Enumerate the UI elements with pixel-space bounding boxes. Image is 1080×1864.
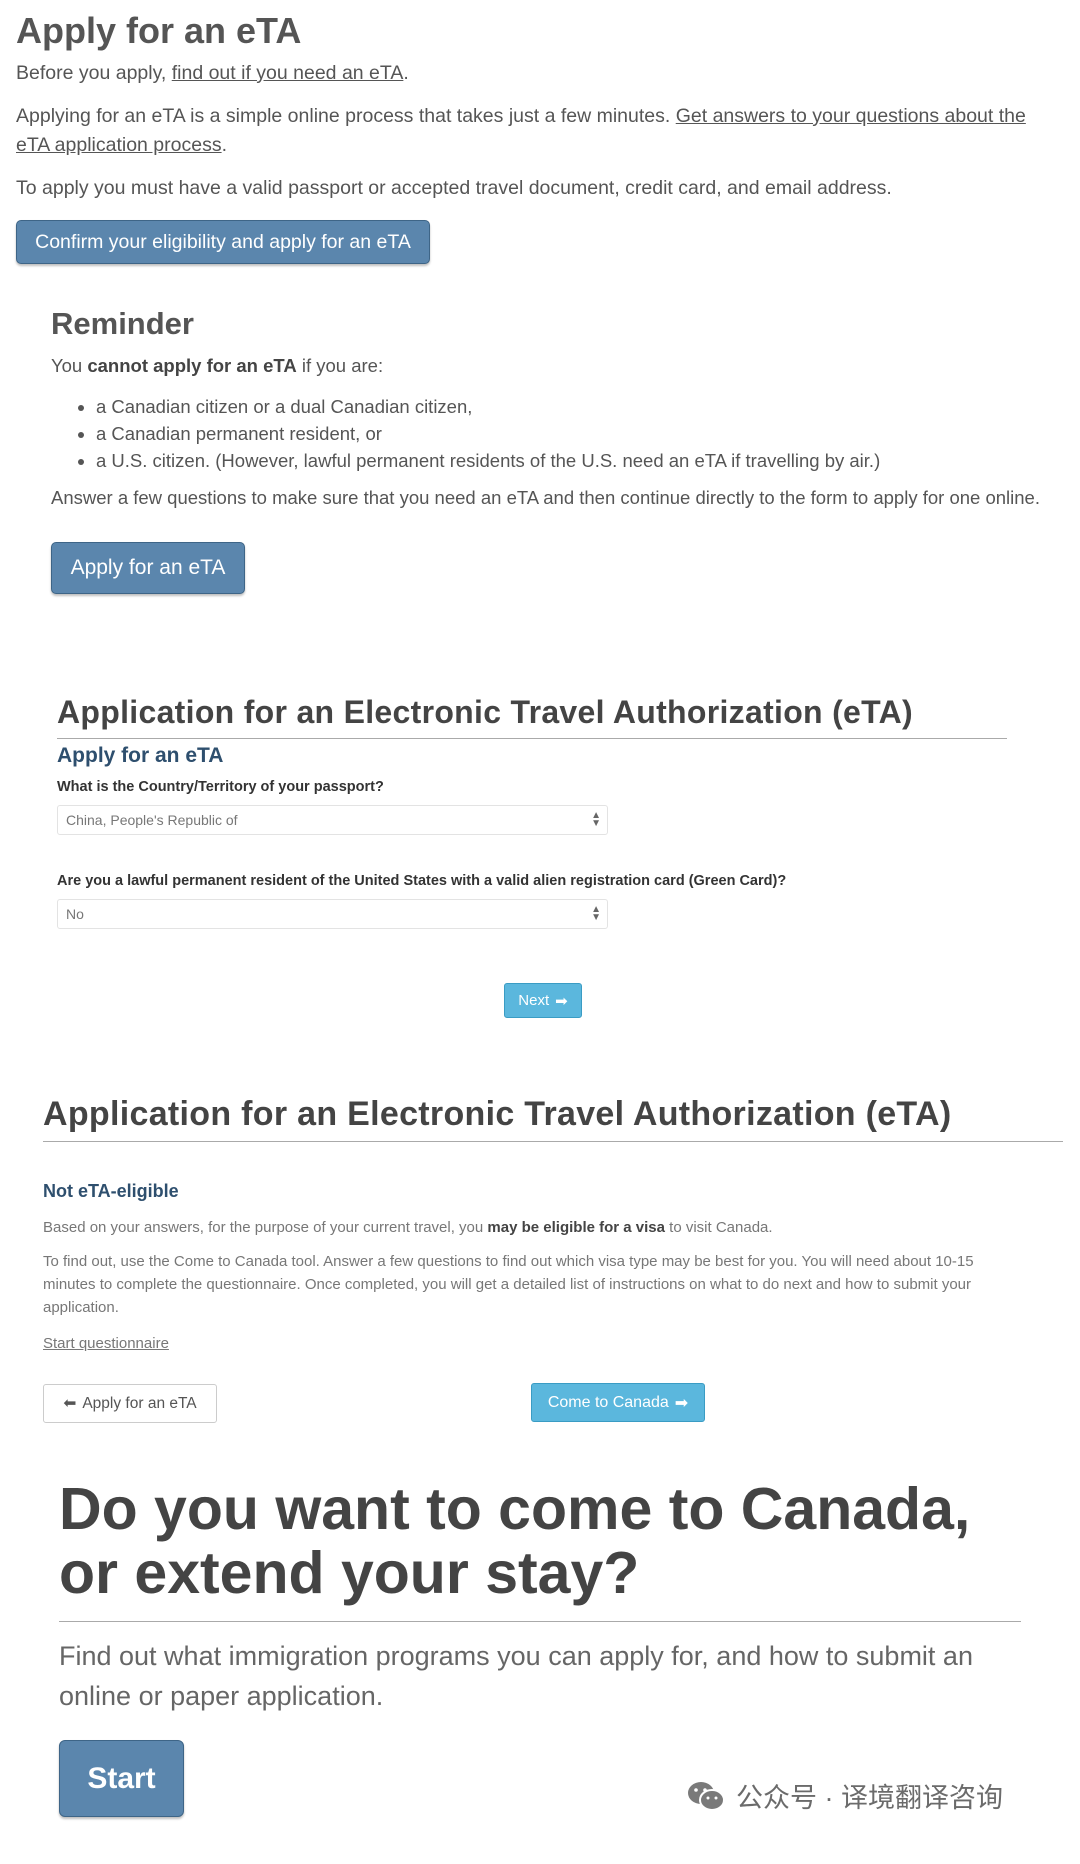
green-card-label: Are you a lawful permanent resident of t… [57, 873, 787, 889]
result-subtitle: Not eTA-eligible [43, 1181, 179, 1201]
passport-country-select[interactable]: China, People's Republic of ▲ ▼ [57, 805, 608, 835]
arrow-right-icon: ➡ [555, 992, 568, 1010]
form-title: Application for an Electronic Travel Aut… [57, 694, 913, 730]
green-card-select[interactable]: No ▲ ▼ [57, 899, 608, 929]
faq-link[interactable]: Get answers to your questions about the [676, 105, 1026, 127]
start-button[interactable]: Start [59, 1740, 184, 1817]
next-button[interactable]: Next ➡ [504, 983, 582, 1018]
start-questionnaire-link[interactable]: Start questionnaire [43, 1332, 169, 1355]
reminder-title: Reminder [51, 306, 194, 341]
lead-line-1: Find out what immigration programs you c… [59, 1641, 973, 1671]
reminder-intro: You cannot apply for an eTA if you are: [51, 355, 384, 376]
paragraph-simple-process-cont: eTA application process. [16, 134, 228, 156]
paragraph-simple-process: Applying for an eTA is a simple online p… [16, 105, 1026, 127]
apply-eta-button[interactable]: Apply for an eTA [51, 542, 245, 594]
watermark-text: 公众号 · 译境翻译咨询 [736, 1783, 1003, 1813]
reminder-list: a Canadian citizen or a dual Canadian ci… [51, 393, 880, 474]
come-to-canada-button[interactable]: Come to Canada ➡ [531, 1383, 705, 1422]
heading-line-1: Do you want to come to Canada, [59, 1476, 971, 1542]
title-divider [43, 1141, 1063, 1142]
need-eta-link[interactable]: find out if you need an eTA [172, 62, 404, 84]
list-item: a Canadian citizen or a dual Canadian ci… [96, 393, 880, 420]
passport-country-label: What is the Country/Territory of your pa… [57, 779, 384, 795]
form-subtitle: Apply for an eTA [57, 744, 224, 767]
title-divider [57, 738, 1007, 739]
result-paragraph-2-line3: application. [43, 1299, 119, 1316]
paragraph-before-apply: Before you apply, find out if you need a… [16, 62, 409, 84]
faq-link-cont[interactable]: eTA application process [16, 134, 222, 156]
reminder-note: Answer a few questions to make sure that… [51, 487, 1040, 508]
result-paragraph-2-line2: minutes to complete the questionnaire. O… [43, 1276, 972, 1293]
heading-line-2: or extend your stay? [59, 1540, 640, 1606]
result-paragraph-1: Based on your answers, for the purpose o… [43, 1219, 773, 1236]
select-arrows-icon: ▲ ▼ [591, 810, 601, 829]
heading-divider [59, 1621, 1021, 1622]
paragraph-requirements: To apply you must have a valid passport … [16, 177, 892, 199]
select-arrows-icon: ▲ ▼ [591, 904, 601, 923]
arrow-right-icon: ➡ [674, 1394, 689, 1412]
list-item: a Canadian permanent resident, or [96, 420, 880, 447]
confirm-eligibility-button[interactable]: Confirm your eligibility and apply for a… [16, 220, 430, 264]
lead-line-2: online or paper application. [59, 1681, 384, 1711]
back-apply-eta-button[interactable]: ⬅ Apply for an eTA [43, 1384, 217, 1423]
watermark: 公众号 · 译境翻译咨询 [686, 1776, 1003, 1815]
result-paragraph-2-line1: To find out, use the Come to Canada tool… [43, 1253, 974, 1270]
result-title: Application for an Electronic Travel Aut… [43, 1095, 952, 1133]
list-item: a U.S. citizen. (However, lawful permane… [96, 447, 880, 474]
page-title: Apply for an eTA [16, 10, 302, 51]
wechat-icon [686, 1780, 726, 1812]
arrow-left-icon: ⬅ [63, 1395, 77, 1412]
